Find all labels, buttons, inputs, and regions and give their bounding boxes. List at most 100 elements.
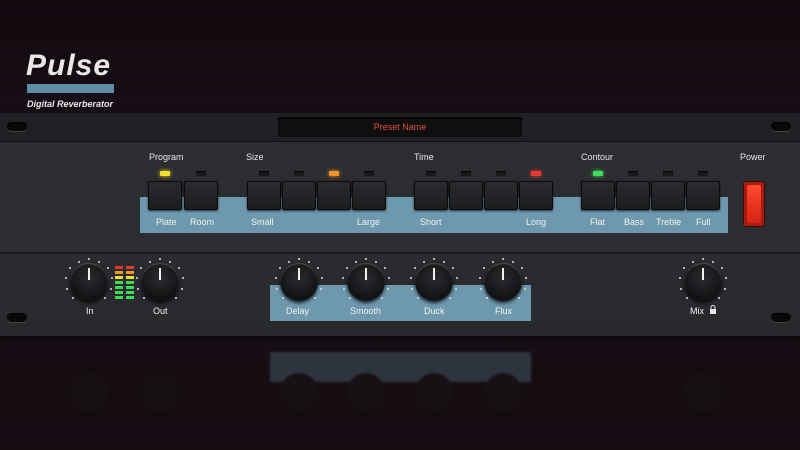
in-label: In [86, 306, 94, 316]
time-button-1[interactable] [414, 181, 448, 210]
level-meter-segment [115, 286, 123, 289]
rack-hole [7, 122, 27, 131]
reflection-knob [415, 373, 453, 411]
contour-treble-button[interactable] [651, 181, 685, 210]
flux-label: Flux [495, 306, 513, 316]
knob-indicator [433, 268, 435, 280]
knob-scale-dot [422, 260, 425, 263]
level-meter-segment [126, 276, 134, 279]
level-meter-segment [115, 266, 123, 269]
flux-knob[interactable] [484, 263, 522, 301]
mix-knob[interactable] [684, 263, 722, 301]
knob-scale-dot [433, 258, 435, 260]
input-knob[interactable] [70, 263, 108, 301]
contour-led-3 [663, 171, 673, 176]
power-switch-light [747, 185, 761, 223]
rack-hole [771, 122, 791, 131]
contour-bass-label: Bass [624, 217, 645, 227]
level-meter-segment [115, 291, 123, 294]
mix-label: Mix [690, 306, 704, 316]
knob-indicator [159, 268, 161, 280]
contour-led-1 [593, 171, 603, 176]
duck-knob[interactable] [415, 263, 453, 301]
rack-hole [771, 313, 791, 322]
level-meter-segment [115, 281, 123, 284]
size-button-3[interactable] [317, 181, 351, 210]
knob-scale-dot [454, 288, 457, 291]
knob-scale-dot [298, 258, 300, 260]
knob-scale-dot [691, 260, 694, 263]
knob-scale-dot [148, 260, 151, 263]
knob-indicator [502, 268, 504, 280]
reflection-knob [70, 373, 108, 411]
knob-scale-dot [159, 258, 161, 260]
level-meter-segment [115, 271, 123, 274]
program-room-label: Room [190, 217, 215, 227]
knob-scale-dot [354, 260, 357, 263]
level-meter-segment [126, 286, 134, 289]
knob-scale-dot [502, 258, 504, 260]
time-label: Time [414, 152, 434, 162]
size-button-4[interactable] [352, 181, 386, 210]
smooth-knob[interactable] [347, 263, 385, 301]
output-knob[interactable] [141, 263, 179, 301]
program-led-2 [196, 171, 206, 176]
delay-label: Delay [286, 306, 310, 316]
reflection-knob [280, 373, 318, 411]
logo-subtitle: Digital Reverberator [27, 99, 114, 109]
level-meter-segment [126, 271, 134, 274]
lock-icon[interactable] [709, 305, 717, 315]
size-button-1[interactable] [247, 181, 281, 210]
program-plate-label: Plate [156, 217, 177, 227]
level-meter-segment [126, 266, 134, 269]
knob-indicator [298, 268, 300, 280]
logo-bar [27, 84, 114, 93]
delay-knob[interactable] [280, 263, 318, 301]
time-button-3[interactable] [484, 181, 518, 210]
size-button-2[interactable] [282, 181, 316, 210]
time-led-3 [496, 171, 506, 176]
power-switch[interactable] [743, 181, 765, 227]
reflection-knob [141, 373, 179, 411]
knob-scale-dot [319, 288, 322, 291]
knob-scale-dot [365, 258, 367, 260]
time-led-4 [531, 171, 541, 176]
time-short-label: Short [420, 217, 442, 227]
reflection [0, 346, 800, 450]
time-led-1 [426, 171, 436, 176]
time-long-label: Long [526, 217, 547, 227]
contour-flat-button[interactable] [581, 181, 615, 210]
contour-label: Contour [581, 152, 614, 162]
knob-scale-dot [109, 288, 112, 291]
knob-scale-dot [702, 258, 704, 260]
level-meter-segment [126, 291, 134, 294]
preset-name-display[interactable]: Preset Name [278, 117, 522, 137]
logo-title: Pulse [26, 49, 112, 82]
size-led-1 [259, 171, 269, 176]
contour-full-button[interactable] [686, 181, 720, 210]
size-large-label: Large [357, 217, 381, 227]
time-button-2[interactable] [449, 181, 483, 210]
contour-bass-button[interactable] [616, 181, 650, 210]
time-button-4[interactable] [519, 181, 553, 210]
knob-indicator [365, 268, 367, 280]
size-led-3 [329, 171, 339, 176]
contour-led-4 [698, 171, 708, 176]
level-meter-segment [115, 296, 123, 299]
knob-scale-dot [723, 288, 726, 291]
contour-flat-label: Flat [590, 217, 606, 227]
power-label: Power [740, 152, 766, 162]
program-room-button[interactable] [184, 181, 218, 210]
top-strip: Preset Name [0, 113, 800, 142]
size-small-label: Small [251, 217, 274, 227]
program-led-1 [160, 171, 170, 176]
knob-indicator [702, 268, 704, 280]
knob-scale-dot [180, 288, 183, 291]
program-plate-button[interactable] [148, 181, 182, 210]
rack-hole [7, 313, 27, 322]
contour-full-label: Full [696, 217, 711, 227]
knob-scale-dot [287, 260, 290, 263]
knob-scale-dot [523, 288, 526, 291]
knob-scale-dot [77, 260, 80, 263]
duck-label: Duck [424, 306, 445, 316]
